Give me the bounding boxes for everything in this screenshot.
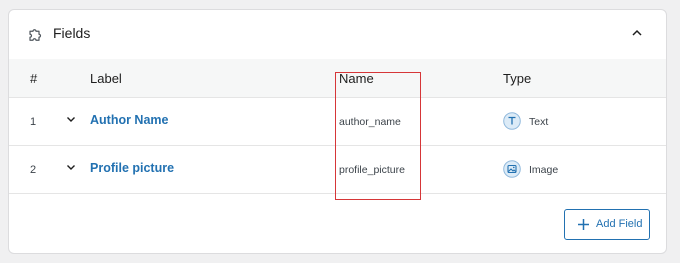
- card-header: Fields: [9, 10, 666, 60]
- column-header-number: #: [30, 71, 38, 86]
- chevron-down-icon[interactable]: [65, 161, 77, 173]
- row-number: 1: [30, 116, 37, 128]
- name-column-highlight: [335, 72, 421, 200]
- card-title: Fields: [53, 25, 91, 41]
- column-header-type: Type: [503, 71, 532, 86]
- chevron-up-icon[interactable]: [630, 26, 644, 40]
- plus-icon: [578, 219, 589, 230]
- column-header-label: Label: [90, 71, 122, 86]
- field-type: Image: [529, 164, 559, 176]
- field-label-link[interactable]: Author Name: [90, 113, 168, 127]
- puzzle-icon: [29, 29, 42, 41]
- row-number: 2: [30, 164, 37, 176]
- field-label-link[interactable]: Profile picture: [90, 161, 174, 175]
- chevron-down-icon[interactable]: [65, 113, 77, 125]
- add-field-label: Add Field: [596, 218, 643, 230]
- image-type-icon: [503, 160, 521, 178]
- field-type: Text: [529, 116, 549, 128]
- text-type-icon: [503, 112, 521, 130]
- add-field-button[interactable]: Add Field: [564, 209, 650, 240]
